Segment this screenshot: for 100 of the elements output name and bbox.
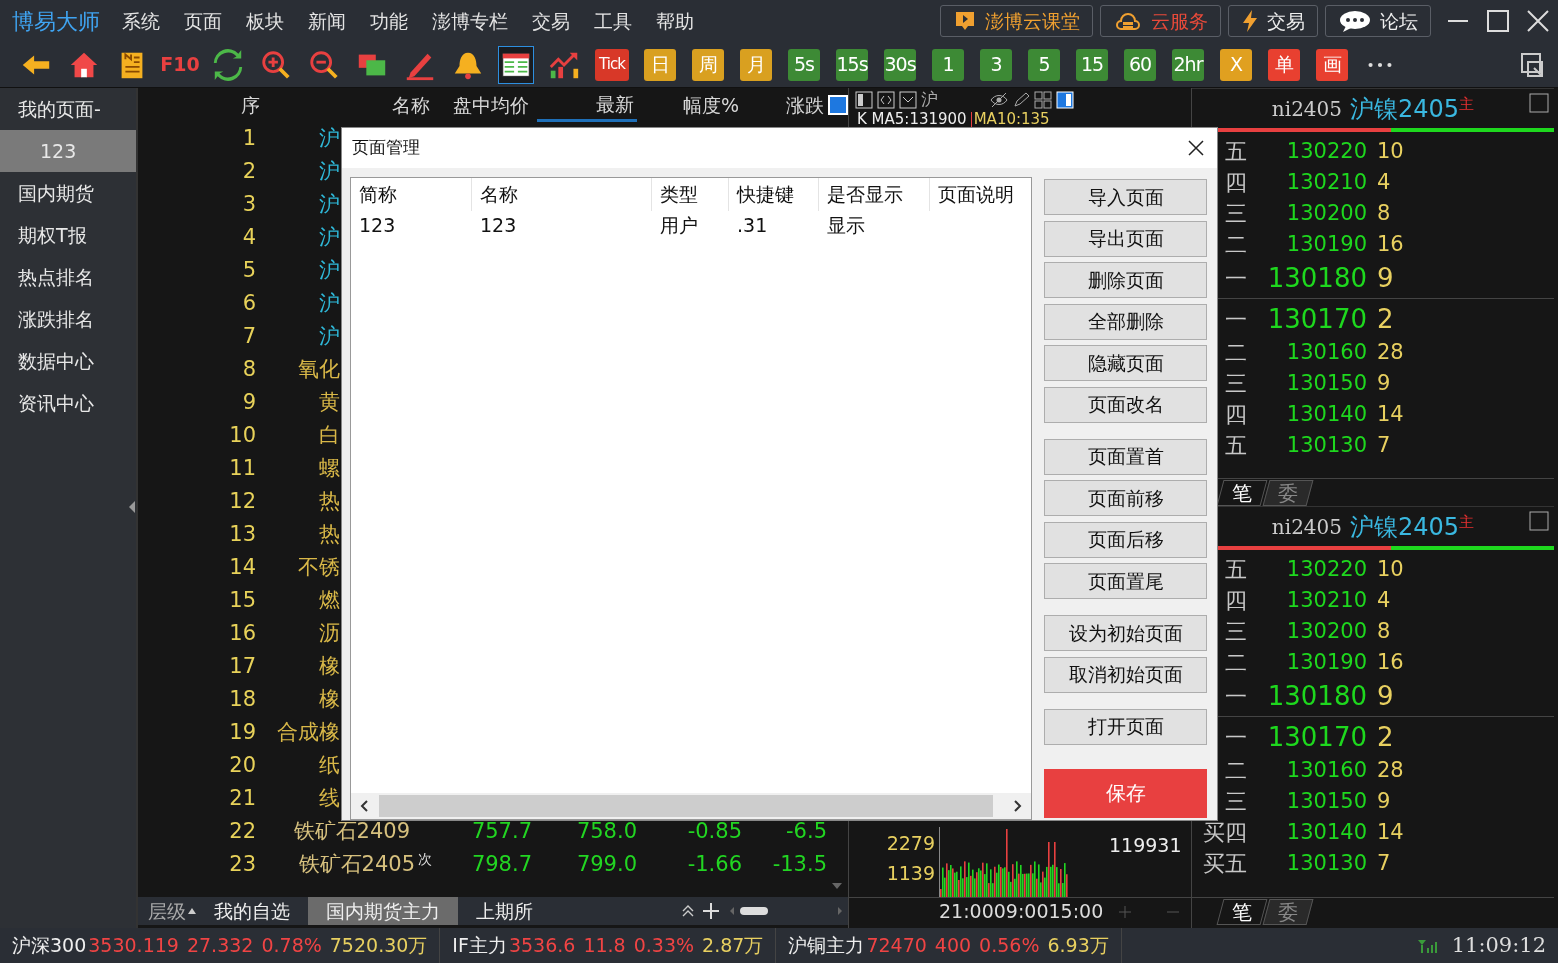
dialog-button[interactable]: 页面改名: [1044, 386, 1207, 423]
list-column-header[interactable]: 简称: [351, 178, 472, 211]
instrument-name[interactable]: 橡: [319, 686, 340, 711]
menu-item[interactable]: 帮助: [644, 6, 706, 36]
period-button[interactable]: 5s: [788, 48, 820, 81]
close-icon[interactable]: [1187, 139, 1205, 157]
sidebar-item[interactable]: 资讯中心: [0, 382, 136, 424]
dialog-button[interactable]: 页面后移: [1044, 521, 1207, 558]
list-column-header[interactable]: 页面说明: [930, 178, 1031, 211]
level-tab[interactable]: 层级: [138, 897, 188, 925]
instrument-name[interactable]: 铁矿石2409: [293, 818, 410, 843]
dialog-button[interactable]: 打开页面: [1044, 708, 1207, 745]
menu-item[interactable]: 系统: [110, 6, 172, 36]
page-list[interactable]: 简称 名称 类型 快捷键 是否显示 页面说明 123 123 用户 .31 显示: [350, 177, 1032, 820]
collapse-arrow-icon[interactable]: [129, 501, 135, 513]
scroll-down-icon[interactable]: [832, 883, 842, 889]
column-header[interactable]: 名称: [259, 90, 430, 120]
sidebar-item[interactable]: 数据中心: [0, 340, 136, 382]
checkbox-icon[interactable]: [1529, 93, 1549, 113]
table-icon[interactable]: [498, 45, 534, 84]
panel-tab[interactable]: 笔: [1216, 899, 1268, 925]
sidebar-item[interactable]: 热点排名: [0, 256, 136, 298]
instrument-name[interactable]: 铁矿石2405: [298, 851, 415, 876]
panel-tab[interactable]: 笔: [1216, 480, 1268, 506]
column-header[interactable]: 序: [138, 90, 260, 120]
instrument-name[interactable]: 沪: [319, 224, 340, 249]
instrument-name[interactable]: 沪: [319, 323, 340, 348]
panel-tab[interactable]: 委: [1262, 899, 1314, 925]
instrument-name[interactable]: 燃: [319, 587, 340, 612]
checkbox-icon[interactable]: [1529, 511, 1549, 531]
instrument-name[interactable]: 沪: [319, 125, 340, 150]
instrument-name[interactable]: 沪: [319, 191, 340, 216]
quote-name[interactable]: 沪铜主力: [788, 931, 865, 960]
instrument-name[interactable]: 橡: [319, 653, 340, 678]
dialog-button[interactable]: 页面置尾: [1044, 563, 1207, 599]
instrument-name[interactable]: 白: [319, 422, 340, 447]
layout-icon[interactable]: [1056, 91, 1074, 109]
sidebar-item[interactable]: 期权T报: [0, 214, 136, 256]
horizontal-scrollbar[interactable]: [351, 793, 1031, 819]
sidebar-title[interactable]: 我的页面-: [0, 88, 136, 130]
menu-item[interactable]: 澎博专栏: [420, 6, 520, 36]
period-button[interactable]: 画: [1316, 48, 1348, 81]
instrument-name[interactable]: 纸: [319, 752, 340, 777]
period-button[interactable]: 30s: [884, 48, 916, 81]
instrument-name[interactable]: 不锈: [298, 554, 340, 579]
quote-name[interactable]: IF主力: [452, 931, 507, 960]
add-icon[interactable]: [702, 902, 720, 920]
menu-item[interactable]: 页面: [172, 6, 234, 36]
dialog-button[interactable]: 导出页面: [1044, 220, 1207, 257]
period-button[interactable]: 15s: [836, 48, 868, 81]
instrument-name[interactable]: 合成橡: [277, 719, 340, 744]
instrument-name[interactable]: 黄: [319, 389, 340, 414]
header-link-button[interactable]: 交易: [1228, 5, 1318, 37]
chevron-up-icon[interactable]: [682, 904, 694, 918]
panel-icon[interactable]: [855, 91, 873, 109]
column-header[interactable]: 盘中均价: [429, 90, 538, 120]
list-column-header[interactable]: 快捷键: [729, 178, 819, 211]
save-button[interactable]: 保存: [1044, 768, 1207, 818]
instrument-name[interactable]: 沪: [319, 158, 340, 183]
list-column-header[interactable]: 类型: [652, 178, 729, 211]
sidebar-item[interactable]: 涨跌排名: [0, 298, 136, 340]
menu-item[interactable]: 板块: [234, 6, 296, 36]
period-button[interactable]: 单: [1268, 48, 1300, 81]
dialog-button[interactable]: 取消初始页面: [1044, 656, 1207, 693]
period-button[interactable]: 3: [980, 48, 1012, 81]
dropdown-icon[interactable]: [899, 91, 917, 109]
menu-item[interactable]: 交易: [520, 6, 582, 36]
dialog-button[interactable]: 页面前移: [1044, 480, 1207, 516]
instrument-name[interactable]: 沪: [319, 290, 340, 315]
hide-icon[interactable]: [990, 91, 1008, 109]
bottom-tab[interactable]: 我的自选: [196, 897, 308, 925]
sidebar-item[interactable]: 国内期货: [0, 172, 136, 214]
dialog-button[interactable]: 删除页面: [1044, 262, 1207, 298]
sort-up-icon[interactable]: [188, 908, 196, 914]
menu-item[interactable]: 功能: [358, 6, 420, 36]
instrument-name[interactable]: 热: [319, 521, 340, 546]
dialog-button[interactable]: 设为初始页面: [1044, 615, 1207, 651]
period-button[interactable]: 5: [1028, 48, 1060, 81]
pencil-icon[interactable]: [1012, 91, 1030, 109]
column-header[interactable]: 最新: [537, 88, 638, 122]
instrument-name[interactable]: 沥: [319, 620, 340, 645]
period-button[interactable]: 15: [1076, 48, 1108, 81]
instrument-name[interactable]: 线: [319, 785, 340, 810]
tick-button[interactable]: Tick: [595, 48, 629, 81]
grid-icon[interactable]: [1034, 91, 1052, 109]
bottom-tab[interactable]: 国内期货主力: [308, 897, 458, 925]
period-button[interactable]: 60: [1124, 48, 1156, 81]
period-button[interactable]: 1: [932, 48, 964, 81]
header-link-button[interactable]: 云服务: [1100, 5, 1221, 37]
panel-tab[interactable]: 委: [1262, 480, 1314, 506]
instrument-name[interactable]: 氧化: [298, 356, 340, 381]
menu-item[interactable]: 新闻: [296, 6, 358, 36]
dialog-button[interactable]: 隐藏页面: [1044, 345, 1207, 381]
quote-name[interactable]: 沪深300: [12, 931, 87, 960]
column-header[interactable]: 涨跌: [742, 90, 828, 120]
header-link-button[interactable]: 澎博云课堂: [940, 5, 1093, 37]
dialog-button[interactable]: 导入页面: [1044, 179, 1207, 215]
instrument-name[interactable]: 螺: [319, 455, 340, 480]
bottom-tab[interactable]: 上期所: [458, 897, 551, 925]
instrument-name[interactable]: 沪: [319, 257, 340, 282]
